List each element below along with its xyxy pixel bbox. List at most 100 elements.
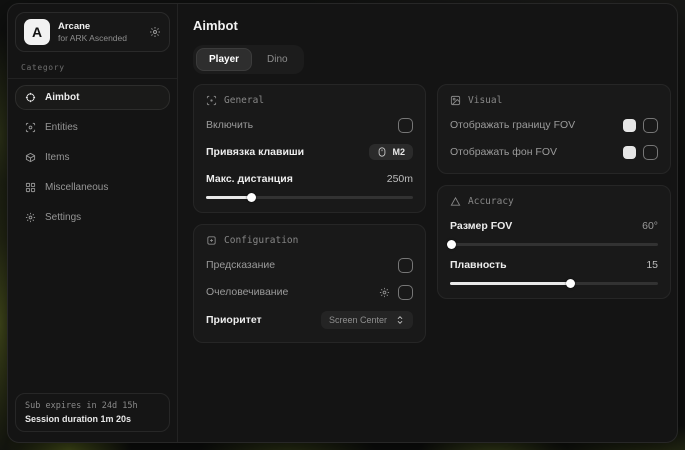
panel-visual: Visual Отображать границу FOV Отображать… <box>437 84 671 174</box>
focus-icon <box>206 95 217 106</box>
gear-icon <box>25 212 36 223</box>
fov-size-row: Размер FOV 60° <box>450 218 658 234</box>
crosshair-icon <box>25 92 36 103</box>
fov-size-label: Размер FOV <box>450 220 512 232</box>
prediction-row: Предсказание <box>206 257 413 273</box>
tab-player[interactable]: Player <box>196 48 252 71</box>
distance-slider-fill <box>206 196 252 199</box>
distance-label: Макс. дистанция <box>206 173 293 185</box>
distance-slider[interactable] <box>206 196 413 199</box>
fov-size-value: 60° <box>642 220 658 232</box>
panel-general-header: General <box>206 95 413 106</box>
app-window: A Arcane for ARK Ascended Category Aimbo… <box>7 3 678 443</box>
fov-size-slider-thumb[interactable] <box>447 240 456 249</box>
chevrons-up-down-icon <box>395 315 405 325</box>
fov-bg-color-swatch[interactable] <box>623 146 636 159</box>
app-subtitle: for ARK Ascended <box>58 33 141 44</box>
fov-border-checkbox[interactable] <box>643 118 658 133</box>
category-label: Category <box>21 63 164 72</box>
sidebar: A Arcane for ARK Ascended Category Aimbo… <box>8 4 178 442</box>
panel-title: Visual <box>468 95 502 106</box>
smoothness-label: Плавность <box>450 259 507 271</box>
sub-expires-text: Sub expires in 24d 15h <box>25 401 160 411</box>
fov-bg-checkbox[interactable] <box>643 145 658 160</box>
sidebar-item-label: Aimbot <box>45 92 79 103</box>
priority-dropdown[interactable]: Screen Center <box>321 311 413 329</box>
keybind-row: Привязка клавиши M2 <box>206 144 413 160</box>
enable-checkbox[interactable] <box>398 118 413 133</box>
priority-label: Приоритет <box>206 314 262 326</box>
priority-value: Screen Center <box>329 315 387 325</box>
panel-accuracy: Accuracy Размер FOV 60° <box>437 185 671 299</box>
prediction-checkbox[interactable] <box>398 258 413 273</box>
sidebar-item-label: Entities <box>45 122 78 133</box>
session-card: Sub expires in 24d 15h Session duration … <box>15 393 170 432</box>
enable-label: Включить <box>206 119 253 131</box>
tab-bar: Player Dino <box>193 45 304 74</box>
panel-title: Accuracy <box>468 196 514 207</box>
smoothness-slider-fill <box>450 282 571 285</box>
page-title: Aimbot <box>193 18 671 33</box>
fov-border-color-swatch[interactable] <box>623 119 636 132</box>
keybind-label: Привязка клавиши <box>206 146 304 158</box>
humanize-row: Очеловечивание <box>206 284 413 300</box>
sidebar-item-aimbot[interactable]: Aimbot <box>15 85 170 110</box>
brand-text: Arcane for ARK Ascended <box>58 21 141 44</box>
triangle-icon <box>450 196 461 207</box>
image-icon <box>450 95 461 106</box>
sidebar-item-items[interactable]: Items <box>15 145 170 170</box>
fov-bg-row: Отображать фон FOV <box>450 144 658 160</box>
distance-slider-thumb[interactable] <box>247 193 256 202</box>
app-logo-letter: A <box>32 24 42 40</box>
sliders-icon <box>206 235 217 246</box>
fov-bg-label: Отображать фон FOV <box>450 146 557 158</box>
distance-value: 250m <box>387 173 413 185</box>
distance-row: Макс. дистанция 250m <box>206 171 413 187</box>
panel-title: General <box>224 95 264 106</box>
tab-dino[interactable]: Dino <box>254 48 301 71</box>
panel-visual-header: Visual <box>450 95 658 106</box>
fov-border-row: Отображать границу FOV <box>450 117 658 133</box>
fov-border-label: Отображать границу FOV <box>450 119 575 131</box>
sidebar-item-entities[interactable]: Entities <box>15 115 170 140</box>
sidebar-item-miscellaneous[interactable]: Miscellaneous <box>15 175 170 200</box>
mouse-icon <box>377 147 387 157</box>
package-icon <box>25 152 36 163</box>
humanize-label: Очеловечивание <box>206 286 288 298</box>
keybind-button[interactable]: M2 <box>369 144 413 160</box>
enable-row: Включить <box>206 117 413 133</box>
smoothness-slider-thumb[interactable] <box>566 279 575 288</box>
brand-card: A Arcane for ARK Ascended <box>15 12 170 52</box>
panel-accuracy-header: Accuracy <box>450 196 658 207</box>
keybind-value: M2 <box>392 147 405 157</box>
sidebar-divider <box>8 78 177 79</box>
sidebar-item-label: Miscellaneous <box>45 182 108 193</box>
sidebar-nav: Aimbot Entities Items <box>15 85 170 230</box>
left-column: General Включить Привязка клавиши <box>193 84 426 343</box>
app-name: Arcane <box>58 21 141 33</box>
theme-gear-icon[interactable] <box>149 26 161 38</box>
prediction-label: Предсказание <box>206 259 275 271</box>
humanize-settings-icon[interactable] <box>379 287 390 298</box>
sidebar-item-settings[interactable]: Settings <box>15 205 170 230</box>
smoothness-value: 15 <box>646 259 658 271</box>
fov-size-slider-fill <box>450 243 452 246</box>
smoothness-row: Плавность 15 <box>450 257 658 273</box>
panel-configuration-header: Configuration <box>206 235 413 246</box>
app-logo: A <box>24 19 50 45</box>
panel-title: Configuration <box>224 235 298 246</box>
desktop-background: A Arcane for ARK Ascended Category Aimbo… <box>0 0 685 450</box>
priority-row: Приоритет Screen Center <box>206 311 413 329</box>
main-content: Aimbot Player Dino General <box>178 4 678 442</box>
sidebar-item-label: Items <box>45 152 69 163</box>
panel-configuration: Configuration Предсказание Очеловечивани… <box>193 224 426 343</box>
grid-icon <box>25 182 36 193</box>
sidebar-item-label: Settings <box>45 212 81 223</box>
smoothness-slider[interactable] <box>450 282 658 285</box>
humanize-checkbox[interactable] <box>398 285 413 300</box>
panel-grid: General Включить Привязка клавиши <box>193 84 671 343</box>
panel-general: General Включить Привязка клавиши <box>193 84 426 213</box>
session-duration-text: Session duration 1m 20s <box>25 414 160 424</box>
scan-target-icon <box>25 122 36 133</box>
fov-size-slider[interactable] <box>450 243 658 246</box>
